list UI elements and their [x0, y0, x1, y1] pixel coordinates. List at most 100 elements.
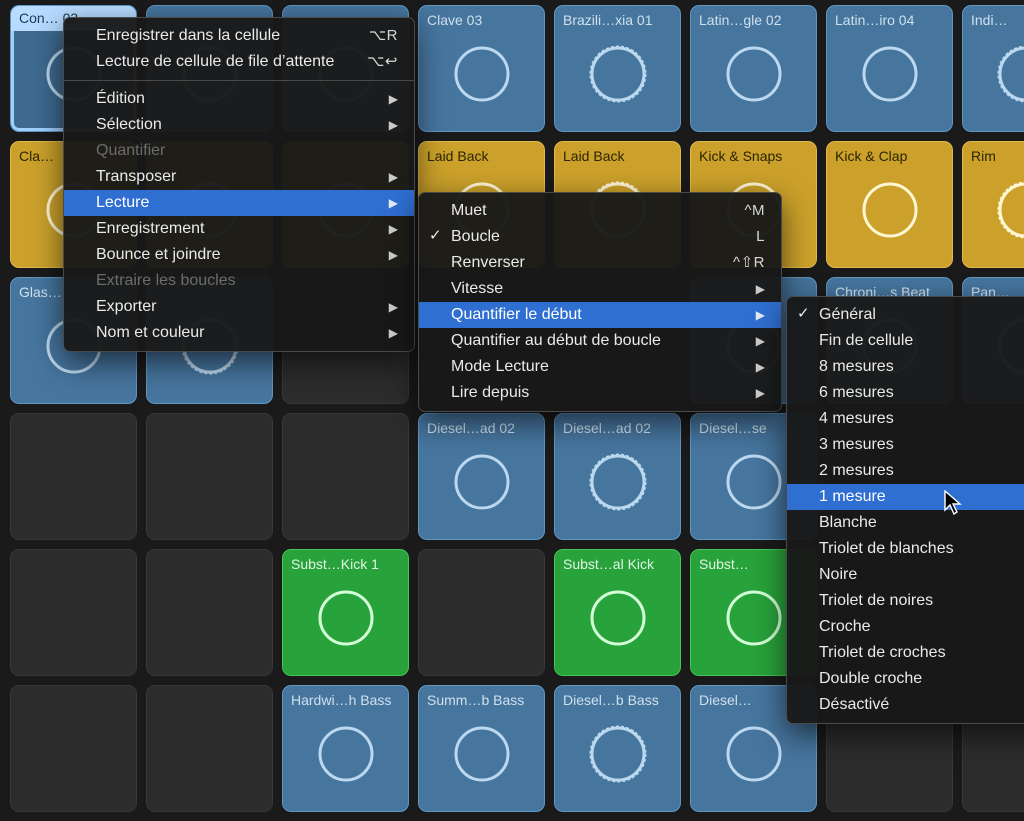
quantize-start-submenu[interactable]: ✓ Général Fin de cellule8 mesures 6 mesures… — [786, 296, 1024, 724]
empty-cell[interactable] — [10, 413, 137, 540]
menu-item-quantize-loop-start[interactable]: Quantifier au début de boucle ▶ — [419, 328, 781, 354]
waveform-ring-icon — [578, 34, 658, 118]
menu-item-quantize-option[interactable]: ✓ Général — [787, 302, 1024, 328]
menu-item-selection[interactable]: Sélection ▶ — [64, 112, 414, 138]
menu-item-quantize-option[interactable]: Désactivé — [787, 692, 1024, 718]
clip-cell[interactable]: Summ…b Bass — [418, 685, 545, 812]
empty-cell[interactable] — [146, 413, 273, 540]
waveform-ring-icon — [714, 34, 794, 118]
menu-item-recording[interactable]: Enregistrement ▶ — [64, 216, 414, 242]
empty-cell[interactable] — [146, 549, 273, 676]
submenu-arrow-icon: ▶ — [756, 305, 765, 325]
clip-cell[interactable]: Diesel…ad 02 — [418, 413, 545, 540]
submenu-arrow-icon: ▶ — [389, 323, 398, 343]
menu-item-name-color[interactable]: Nom et couleur ▶ — [64, 320, 414, 346]
clip-cell[interactable]: Indi… — [962, 5, 1024, 132]
clip-label: Laid Back — [427, 148, 536, 165]
menu-label: Mode Lecture — [451, 357, 549, 377]
menu-item-mute[interactable]: Muet ^M — [419, 198, 781, 224]
menu-label: Quantifier au début de boucle — [451, 331, 661, 351]
menu-shortcut: ^⇧R — [733, 253, 765, 273]
menu-item-quantize-option[interactable]: Triolet de noires — [787, 588, 1024, 614]
menu-item-quantize-option[interactable]: Double croche — [787, 666, 1024, 692]
clip-cell[interactable]: Latin…iro 04 — [826, 5, 953, 132]
menu-item-bounce-join[interactable]: Bounce et joindre ▶ — [64, 242, 414, 268]
menu-item-edition[interactable]: Édition ▶ — [64, 86, 414, 112]
menu-label: Transposer — [96, 167, 176, 187]
waveform-ring-icon — [442, 34, 522, 118]
empty-cell[interactable] — [10, 549, 137, 676]
menu-item-loop[interactable]: ✓ Boucle L — [419, 224, 781, 250]
menu-label: Double croche — [819, 669, 922, 689]
submenu-arrow-icon: ▶ — [756, 279, 765, 299]
clip-cell[interactable]: Rim — [962, 141, 1024, 268]
clip-label: Kick & Clap — [835, 148, 944, 165]
menu-separator — [64, 80, 414, 81]
clip-cell[interactable]: Latin…gle 02 — [690, 5, 817, 132]
empty-cell[interactable] — [418, 549, 545, 676]
empty-cell[interactable] — [146, 685, 273, 812]
clip-cell[interactable]: Diesel…ad 02 — [554, 413, 681, 540]
menu-item-export[interactable]: Exporter ▶ — [64, 294, 414, 320]
menu-label: Exporter — [96, 297, 156, 317]
menu-item-transpose[interactable]: Transposer ▶ — [64, 164, 414, 190]
menu-item-quantize-option[interactable]: 8 mesures — [787, 354, 1024, 380]
checkmark-icon: ✓ — [797, 304, 810, 324]
menu-label: Renverser — [451, 253, 525, 273]
clip-cell[interactable]: Diesel…b Bass — [554, 685, 681, 812]
menu-item-quantize-option[interactable]: 1 mesure — [787, 484, 1024, 510]
menu-label: Enregistrer dans la cellule — [96, 26, 280, 46]
clip-label: Subst…al Kick — [563, 556, 672, 573]
clip-label: Clave 03 — [427, 12, 536, 29]
menu-item-play-from[interactable]: Lire depuis ▶ — [419, 380, 781, 406]
menu-shortcut: L — [756, 227, 765, 247]
clip-cell[interactable]: Hardwi…h Bass — [282, 685, 409, 812]
menu-item-quantize-start[interactable]: Quantifier le début ▶ — [419, 302, 781, 328]
clip-cell[interactable]: Clave 03 — [418, 5, 545, 132]
menu-item-play-mode[interactable]: Mode Lecture ▶ — [419, 354, 781, 380]
empty-cell[interactable] — [282, 413, 409, 540]
menu-item-quantize-option[interactable]: Fin de cellule — [787, 328, 1024, 354]
menu-item-quantize-option[interactable]: Triolet de croches — [787, 640, 1024, 666]
menu-item-quantize-option[interactable]: Triolet de blanches — [787, 536, 1024, 562]
clip-cell[interactable]: Brazili…xia 01 — [554, 5, 681, 132]
menu-item-quantize-option[interactable]: Blanche — [787, 510, 1024, 536]
clip-label: Laid Back — [563, 148, 672, 165]
clip-cell[interactable]: Kick & Clap — [826, 141, 953, 268]
menu-label: Noire — [819, 565, 857, 585]
cell-context-menu[interactable]: Enregistrer dans la cellule ⌥R Lecture d… — [63, 17, 415, 352]
submenu-arrow-icon: ▶ — [389, 89, 398, 109]
menu-shortcut: ^M — [744, 201, 765, 221]
waveform-ring-icon — [578, 578, 658, 662]
menu-label: 2 mesures — [819, 461, 894, 481]
menu-item-speed[interactable]: Vitesse ▶ — [419, 276, 781, 302]
menu-label: Triolet de croches — [819, 643, 946, 663]
menu-label: Triolet de blanches — [819, 539, 954, 559]
waveform-ring-icon — [578, 714, 658, 798]
menu-label: Extraire les boucles — [96, 271, 236, 291]
menu-item-quantize-option[interactable]: 4 mesures — [787, 406, 1024, 432]
menu-label: Lecture de cellule de file d’attente — [96, 52, 334, 72]
menu-item-record-in-cell[interactable]: Enregistrer dans la cellule ⌥R — [64, 23, 414, 49]
menu-label: 6 mesures — [819, 383, 894, 403]
menu-item-quantize-option[interactable]: 2 mesures — [787, 458, 1024, 484]
menu-label: Général — [819, 305, 876, 325]
clip-label: Latin…iro 04 — [835, 12, 944, 29]
playback-submenu[interactable]: Muet ^M ✓ Boucle L Renverser ^⇧R Vitesse… — [418, 192, 782, 412]
submenu-arrow-icon: ▶ — [389, 245, 398, 265]
menu-item-playback[interactable]: Lecture ▶ — [64, 190, 414, 216]
menu-item-quantize-option[interactable]: Croche — [787, 614, 1024, 640]
menu-label: Triolet de noires — [819, 591, 933, 611]
empty-cell[interactable] — [10, 685, 137, 812]
clip-cell[interactable]: Subst…al Kick — [554, 549, 681, 676]
submenu-arrow-icon: ▶ — [756, 331, 765, 351]
menu-item-quantize-option[interactable]: Noire — [787, 562, 1024, 588]
menu-label: Désactivé — [819, 695, 889, 715]
clip-cell[interactable]: Subst…Kick 1 — [282, 549, 409, 676]
menu-item-quantize-option[interactable]: 6 mesures — [787, 380, 1024, 406]
menu-label: Vitesse — [451, 279, 503, 299]
clip-label: Brazili…xia 01 — [563, 12, 672, 29]
menu-item-queue-cell-playback[interactable]: Lecture de cellule de file d’attente ⌥↩︎ — [64, 49, 414, 75]
menu-item-reverse[interactable]: Renverser ^⇧R — [419, 250, 781, 276]
menu-item-quantize-option[interactable]: 3 mesures — [787, 432, 1024, 458]
